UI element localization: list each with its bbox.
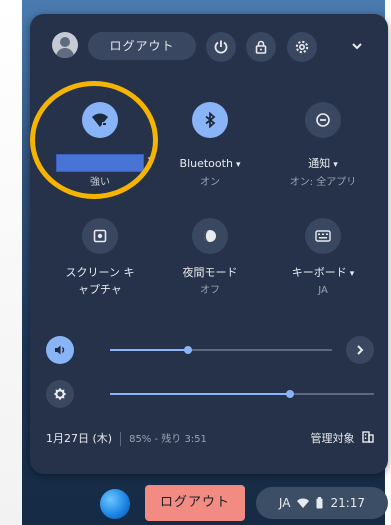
bluetooth-label[interactable]: Bluetooth ▾ <box>155 156 265 173</box>
night-mode-toggle[interactable] <box>192 218 228 254</box>
keyboard-ime: JA <box>318 285 328 296</box>
screen-capture-label-line1[interactable]: スクリーン キ <box>45 265 155 281</box>
collapse-button[interactable] <box>350 38 364 57</box>
chevron-right-icon <box>357 345 364 355</box>
night-light-icon <box>204 230 216 242</box>
night-mode-label[interactable]: 夜間モード <box>155 265 265 281</box>
brightness-slider-thumb[interactable] <box>286 390 294 398</box>
volume-slider[interactable] <box>110 346 332 354</box>
lock-button[interactable] <box>246 32 276 62</box>
brightness-button[interactable] <box>46 380 74 408</box>
launcher-button[interactable] <box>100 489 130 519</box>
lock-icon <box>255 40 267 54</box>
notifications-label[interactable]: 通知 ▾ <box>268 156 378 173</box>
quick-settings-panel: ログアウト ▾ 強い Bluetooth ▾ オン 通知 ▾ オン: 全アプリ … <box>30 14 388 474</box>
audio-settings-button[interactable] <box>346 336 374 364</box>
bluetooth-toggle[interactable] <box>192 102 228 138</box>
brightness-slider[interactable] <box>110 390 374 398</box>
volume-icon <box>55 345 65 355</box>
date-text[interactable]: 1月27日 (木) <box>46 432 112 445</box>
settings-button[interactable] <box>287 32 317 62</box>
status-footer: 1月27日 (木) 85% - 残り 3:51 <box>46 430 207 446</box>
shelf-logout-button[interactable]: ログアウト <box>145 485 245 521</box>
chevron-down-icon <box>352 43 362 50</box>
wifi-icon <box>297 498 310 508</box>
do-not-disturb-icon <box>316 113 330 127</box>
mute-button[interactable] <box>46 336 74 364</box>
power-icon <box>214 40 228 54</box>
bluetooth-status: オン <box>200 177 220 188</box>
volume-slider-thumb[interactable] <box>184 346 192 354</box>
managed-indicator[interactable]: 管理対象 <box>311 430 375 446</box>
highlight-annotation-circle <box>30 81 158 199</box>
gear-icon <box>295 40 309 54</box>
notifications-status: オン: 全アプリ <box>289 177 357 188</box>
bluetooth-icon <box>205 112 216 128</box>
clock: 21:17 <box>330 496 366 510</box>
status-area[interactable]: JA 21:17 <box>256 487 388 519</box>
enterprise-icon <box>362 431 374 443</box>
night-mode-status: オフ <box>200 285 220 296</box>
brightness-slider-fill <box>110 393 290 395</box>
battery-status: 85% - 残り 3:51 <box>129 434 207 445</box>
ime-indicator: JA <box>278 496 291 510</box>
volume-slider-fill <box>110 349 188 351</box>
keyboard-label[interactable]: キーボード ▾ <box>268 265 378 282</box>
background-left-strip <box>0 0 22 525</box>
screen-capture-icon <box>93 229 107 243</box>
managed-label: 管理対象 <box>310 432 355 445</box>
keyboard-icon <box>315 230 331 242</box>
battery-icon <box>316 497 323 509</box>
brightness-icon <box>53 387 67 401</box>
screen-capture-label-line2[interactable]: ャプチャ <box>45 282 155 298</box>
power-button[interactable] <box>206 32 236 62</box>
user-avatar[interactable] <box>52 32 78 58</box>
screen-capture-toggle[interactable] <box>82 218 118 254</box>
logout-button[interactable]: ログアウト <box>88 32 196 60</box>
notifications-toggle[interactable] <box>305 102 341 138</box>
keyboard-toggle[interactable] <box>305 218 341 254</box>
footer-divider <box>120 432 122 446</box>
